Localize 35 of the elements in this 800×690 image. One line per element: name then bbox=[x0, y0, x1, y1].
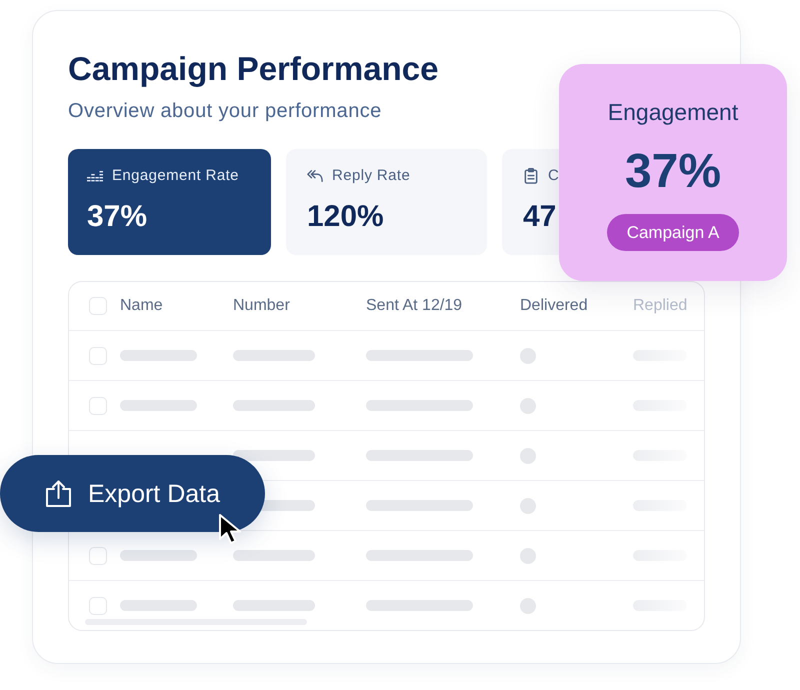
bar-chart-icon bbox=[87, 170, 103, 182]
upload-icon bbox=[45, 480, 72, 507]
checkbox[interactable] bbox=[89, 546, 107, 564]
stat-card[interactable]: C 47 bbox=[502, 149, 559, 255]
stat-card[interactable]: Reply Rate 120% bbox=[286, 149, 487, 255]
stat-label: C bbox=[548, 166, 560, 186]
stat-label: Reply Rate bbox=[332, 166, 410, 186]
campaign-tag: Campaign A bbox=[606, 214, 740, 251]
column-header[interactable]: Name bbox=[120, 297, 163, 315]
reply-all-icon bbox=[307, 168, 323, 184]
page-title: Campaign Performance bbox=[68, 49, 438, 89]
page-subtitle: Overview about your performance bbox=[68, 99, 382, 124]
placeholder-dot bbox=[520, 548, 536, 564]
placeholder-dot bbox=[520, 498, 536, 514]
checkbox[interactable] bbox=[89, 346, 107, 364]
popup-title: Engagement bbox=[608, 98, 738, 126]
pointer-cursor-icon bbox=[218, 514, 242, 545]
stat-label: Engagement Rate bbox=[112, 166, 239, 186]
column-header[interactable]: Number bbox=[233, 297, 290, 315]
popup-value: 37% bbox=[624, 144, 722, 200]
stat-value: 47 bbox=[523, 199, 558, 235]
placeholder-dot bbox=[520, 598, 536, 614]
checkbox[interactable] bbox=[89, 297, 107, 315]
checkbox[interactable] bbox=[89, 396, 107, 414]
stat-card[interactable]: Engagement Rate 37% bbox=[68, 149, 271, 255]
export-button[interactable]: Export Data bbox=[0, 455, 265, 532]
checkbox[interactable] bbox=[89, 596, 107, 614]
stat-value: 120% bbox=[307, 199, 385, 235]
placeholder-dot bbox=[520, 348, 536, 364]
placeholder-dot bbox=[520, 398, 536, 414]
placeholder-dot bbox=[520, 448, 536, 464]
column-header[interactable]: Delivered bbox=[520, 297, 588, 315]
column-header[interactable]: Sent At 12/19 bbox=[366, 297, 462, 315]
stat-value: 37% bbox=[87, 199, 148, 235]
clipboard-icon bbox=[523, 168, 539, 184]
